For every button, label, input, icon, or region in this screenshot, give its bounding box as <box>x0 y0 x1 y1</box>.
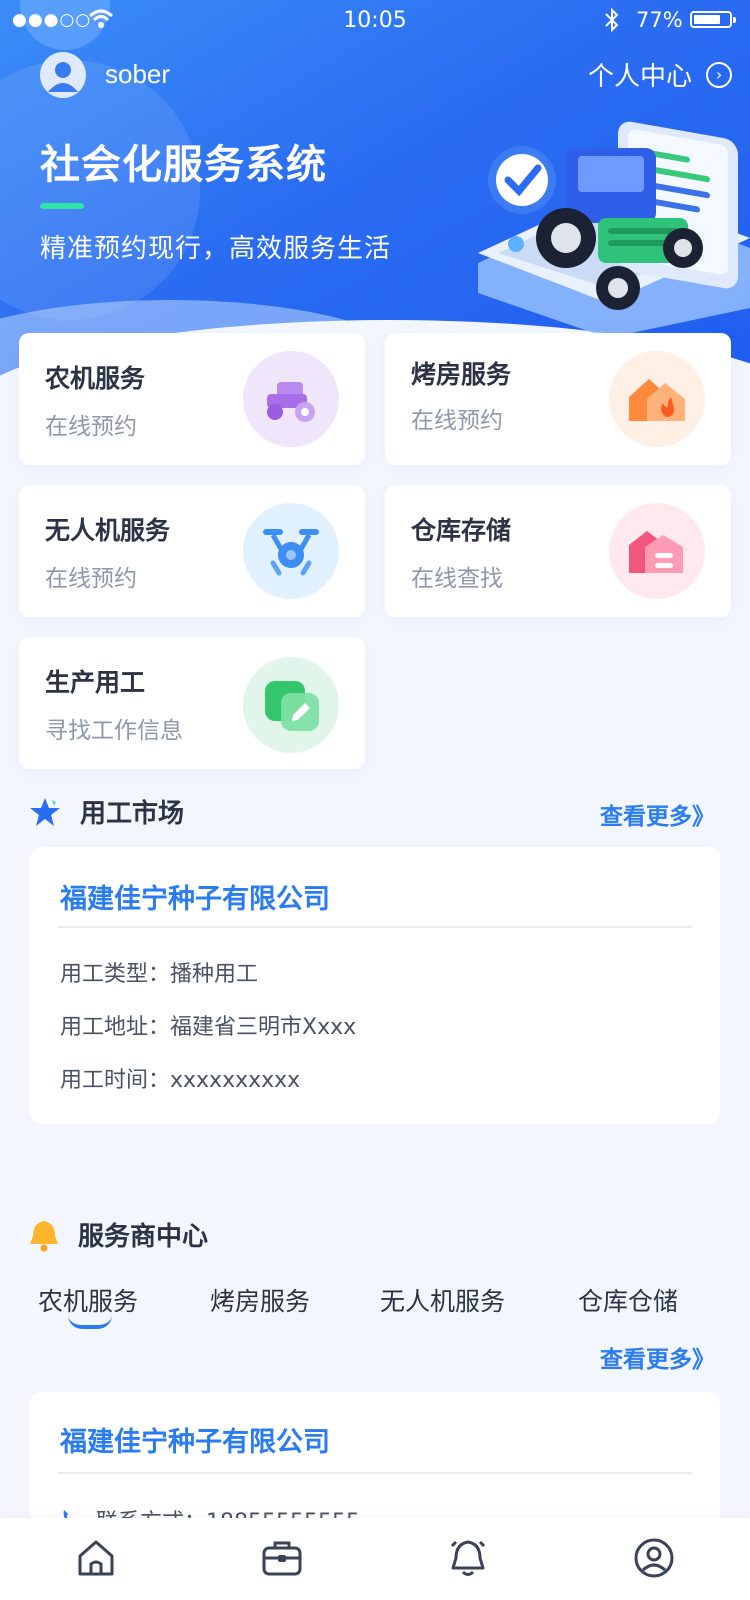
page-subtitle: 精准预约现行，高效服务生活 <box>40 234 392 264</box>
service-name: 烤房服务 <box>411 360 512 389</box>
service-sub: 在线预约 <box>411 408 503 434</box>
username: sober <box>105 59 171 89</box>
provider-center-header: 服务商中心 <box>28 1216 208 1253</box>
service-name: 生产用工 <box>45 668 146 697</box>
house-fire-icon <box>609 351 705 447</box>
service-card-curing-barn[interactable]: 烤房服务 在线预约 <box>385 333 731 465</box>
user-icon[interactable] <box>632 1536 676 1580</box>
section-title: 用工市场 <box>80 799 185 829</box>
tab-farm-machinery[interactable]: 农机服务 <box>38 1282 138 1318</box>
battery-icon <box>690 11 736 28</box>
bell-icon <box>30 1220 58 1251</box>
briefcase-icon[interactable] <box>260 1536 304 1580</box>
tractor-illustration <box>478 121 750 338</box>
bluetooth-icon <box>605 7 619 33</box>
battery-percent: 77% <box>636 8 683 32</box>
service-sub: 在线预约 <box>45 414 137 440</box>
tab-warehouse[interactable]: 仓库仓储 <box>578 1282 678 1318</box>
tab-drone[interactable]: 无人机服务 <box>380 1282 505 1318</box>
provider-more-link[interactable]: 查看更多》 <box>600 1340 715 1374</box>
service-card-labor[interactable]: 生产用工 寻找工作信息 <box>19 637 365 769</box>
provider-tabs: 农机服务 烤房服务 无人机服务 仓库仓储 <box>0 1282 750 1322</box>
divider <box>58 926 692 928</box>
service-card-warehouse[interactable]: 仓库存储 在线查找 <box>385 485 731 617</box>
labor-market-header: 用工市场 <box>28 793 184 830</box>
avatar[interactable] <box>40 52 86 98</box>
job-company: 福建佳宁种子有限公司 <box>60 884 330 915</box>
job-type: 用工类型：播种用工 <box>60 962 259 987</box>
chevron-right-icon: › <box>706 61 733 88</box>
job-time: 用工时间：xxxxxxxxxx <box>60 1068 301 1093</box>
status-bar: ●●●○○ 10:05 77% <box>0 0 750 40</box>
provider-company: 福建佳宁种子有限公司 <box>60 1427 330 1458</box>
service-sub: 在线查找 <box>411 566 503 592</box>
service-name: 仓库存储 <box>411 516 512 545</box>
page-title: 社会化服务系统 <box>40 142 327 188</box>
service-sub: 寻找工作信息 <box>45 718 183 744</box>
user-avatar-icon <box>48 62 78 92</box>
warehouse-icon <box>609 503 705 599</box>
edit-icon <box>243 657 339 753</box>
tractor-icon <box>243 351 339 447</box>
service-name: 无人机服务 <box>45 516 171 545</box>
battery-fill <box>694 15 721 24</box>
active-tab-indicator <box>68 1315 112 1329</box>
star-icon <box>30 797 60 826</box>
bottom-tab-bar <box>0 1518 750 1600</box>
bell-icon[interactable] <box>446 1536 490 1580</box>
hero-decoration <box>0 60 200 320</box>
service-card-drone[interactable]: 无人机服务 在线预约 <box>19 485 365 617</box>
personal-center-label: 个人中心 <box>588 62 693 92</box>
drone-icon <box>243 503 339 599</box>
tab-curing-barn[interactable]: 烤房服务 <box>210 1282 310 1318</box>
labor-market-more-link[interactable]: 查看更多》 <box>600 797 715 831</box>
home-icon[interactable] <box>74 1536 118 1580</box>
service-card-farm-machinery[interactable]: 农机服务 在线预约 <box>19 333 365 465</box>
title-underline <box>40 203 84 209</box>
job-address: 用工地址：福建省三明市Xxxx <box>60 1015 357 1040</box>
service-sub: 在线预约 <box>45 566 137 592</box>
job-card[interactable]: 福建佳宁种子有限公司 用工类型：播种用工 用工地址：福建省三明市Xxxx 用工时… <box>30 847 720 1124</box>
service-name: 农机服务 <box>45 364 146 393</box>
personal-center-link[interactable]: 个人中心 › <box>588 56 733 93</box>
divider <box>58 1472 692 1474</box>
section-title: 服务商中心 <box>78 1222 209 1252</box>
